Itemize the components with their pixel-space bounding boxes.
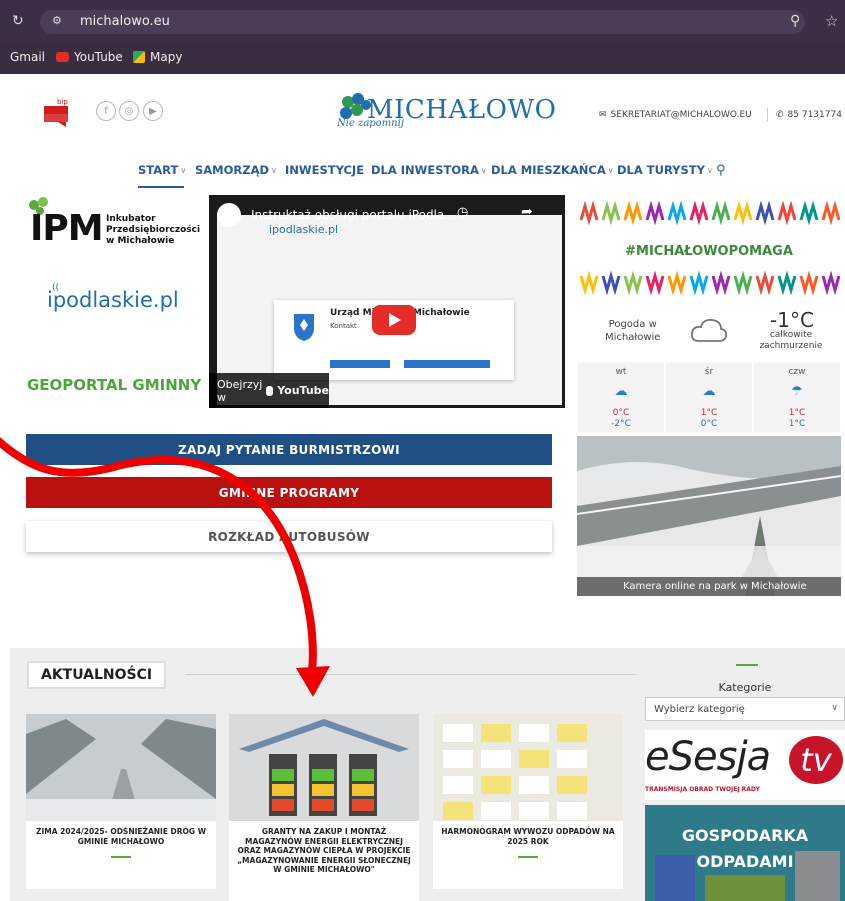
bip-label: bip [57,98,68,106]
channel-avatar[interactable] [217,203,241,227]
esesja-tv-badge: tv [789,736,843,784]
michalowo-pomaga-banner[interactable]: #MICHAŁOWOPOMAGA [577,198,841,298]
waste-management-text: GOSPODARKA ODPADAMI [681,826,809,871]
municipal-programs-button[interactable]: GMINNE PROGRAMY [26,477,552,508]
rain-cloud-icon: ☂ [791,384,803,399]
forecast-day: czw ☂ 1°C 1°C [754,362,840,432]
calendar-image [433,714,623,821]
video-title[interactable]: Instruktaż obsługi portalu iPodla... [251,208,456,222]
chevron-down-icon: ∨ [480,165,487,175]
phone-icon: ✆ [776,110,784,120]
instagram-icon[interactable]: ◎ [119,101,139,121]
webcam-snow-image [577,436,841,596]
facebook-icon[interactable]: f [96,101,116,121]
nav-active-underline [138,186,184,188]
envelope-icon: ✉ [599,110,607,120]
watch-later-icon[interactable]: ◷ [457,205,468,220]
bus-timetable-button[interactable]: ROZKŁAD AUTOBUSÓW [26,521,552,552]
esesja-subtitle: TRANSMISJA OBRAD TWOJEJ RADY [645,786,760,793]
news-card-title[interactable]: ZIMA 2024/2025- ODŚNIEŻANIE DRÓG W GMINI… [34,827,208,846]
watch-on-youtube-button[interactable]: Obejrzyj w YouTube [209,373,329,408]
contact-email[interactable]: ✉ SEKRETARIAT@MICHALOWO.EU [599,110,752,120]
news-card[interactable]: GRANTY NA ZAKUP I MONTAŻ MAGAZYNÓW ENERG… [229,714,419,901]
waste-management-banner[interactable]: GOSPODARKA ODPADAMI [645,805,845,901]
chevron-down-icon: ∨ [607,165,614,175]
youtube-video-embed[interactable]: ipodlaskie.pl Urząd Miejski w Michałowie… [209,195,565,408]
snow-cloud-icon: ☁ [614,384,628,399]
snow-cloud-icon: ☁ [702,384,716,399]
categories-dash [736,664,758,666]
news-card-dash [111,856,131,858]
ask-mayor-button[interactable]: ZADAJ PYTANIE BURMISTRZOWI [26,434,552,465]
coat-of-arms-icon [294,314,314,341]
park-webcam[interactable]: Kamera online na park w Michałowie [577,436,841,596]
bip-logo-icon[interactable]: bip [44,97,70,127]
news-card[interactable]: HARMONOGRAM WYWOZU ODPADÓW NA 2025 ROK [433,714,623,889]
nav-inwestycje[interactable]: INWESTYCJE [285,163,364,177]
ipodlaskie-link[interactable]: ipodlaskie.pl [47,288,179,312]
bookmark-youtube[interactable]: YouTube [56,50,123,64]
ipm-logo[interactable]: IPM [30,208,104,249]
logo-tagline: Nie zapomnij [337,118,404,129]
search-icon[interactable]: ⚲ [716,163,726,178]
news-heading-divider [185,674,636,675]
video-inner-btn-1 [330,360,390,368]
play-icon[interactable] [372,305,416,335]
news-card-image[interactable] [433,714,623,821]
news-heading: AKTUALNOŚCI [27,661,167,689]
chevron-down-icon: ∨ [180,165,187,175]
esesja-text: eSesja [645,734,771,780]
webcam-caption: Kamera online na park w Michałowie [577,577,841,596]
news-card-image[interactable] [229,714,419,821]
url-text: michalowo.eu [80,14,170,29]
categories-select[interactable]: Wybierz kategorię ∨ [645,697,845,721]
forecast-day: wt ☁ 0°C -2°C [578,362,664,432]
news-card[interactable]: ZIMA 2024/2025- ODŚNIEŻANIE DRÓG W GMINI… [26,714,216,889]
video-inner-brand: ipodlaskie.pl [269,223,339,236]
ipm-logo-text[interactable]: Inkubator Przedsiębiorczości w Michałowi… [106,214,200,247]
esesja-banner[interactable]: eSesja tv TRANSMISJA OBRAD TWOJEJ RADY [645,730,845,800]
youtube-social-icon[interactable]: ▶ [143,101,163,121]
chevron-down-icon: ∨ [831,703,838,713]
zoom-icon[interactable]: ⚲ [790,13,800,29]
news-card-title[interactable]: GRANTY NA ZAKUP I MONTAŻ MAGAZYNÓW ENERG… [237,827,411,875]
reload-icon[interactable]: ↻ [12,13,24,29]
nav-start[interactable]: START ∨ [138,163,186,177]
nav-dla-turysty[interactable]: DLA TURYSTY ∨ [617,163,713,177]
site-settings-icon[interactable]: ⚙ [52,14,62,27]
youtube-logo-icon [266,385,274,396]
chevron-down-icon: ∨ [706,165,713,175]
categories-label: Kategorie [718,681,772,694]
news-card-image[interactable] [26,714,216,821]
geoportal-link[interactable]: GEOPORTAL GMINNY [27,376,201,394]
contact-phone[interactable]: ✆ 85 7131774 [776,110,842,120]
weather-widget: Pogoda w Michałowie -1°C całkowite zachm… [577,306,841,356]
energy-storage-image [229,714,419,821]
video-inner-sub: Kontakt [330,322,357,330]
contact-divider [767,108,768,122]
news-card-title[interactable]: HARMONOGRAM WYWOZU ODPADÓW NA 2025 ROK [441,827,615,846]
weather-location: Pogoda w Michałowie [605,319,661,343]
news-card-dash [518,856,538,858]
bookmark-star-icon[interactable]: ☆ [825,12,838,30]
bookmarks-bar [0,42,845,74]
nav-samorzad[interactable]: SAMORZĄD ∨ [195,163,277,177]
winter-road-image [26,714,216,821]
maps-icon [133,51,145,63]
forecast-day: śr ☁ 1°C 0°C [666,362,752,432]
chevron-down-icon: ∨ [271,165,277,175]
share-icon[interactable]: ➦ [521,204,533,220]
weather-temperature: -1°C [770,308,814,332]
video-inner-btn-2 [404,360,490,368]
youtube-icon [56,52,69,62]
nav-dla-inwestora[interactable]: DLA INWESTORA ∨ [371,163,487,177]
bookmark-mapy[interactable]: Mapy [133,50,182,64]
bookmark-gmail[interactable]: Gmail [10,50,45,64]
cloud-icon [690,318,728,342]
nav-dla-mieszkanca[interactable]: DLA MIESZKAŃCA ∨ [491,163,614,177]
michalowo-pomaga-tag: #MICHAŁOWOPOMAGA [625,244,793,259]
weather-description: całkowite zachmurzenie [759,330,823,351]
